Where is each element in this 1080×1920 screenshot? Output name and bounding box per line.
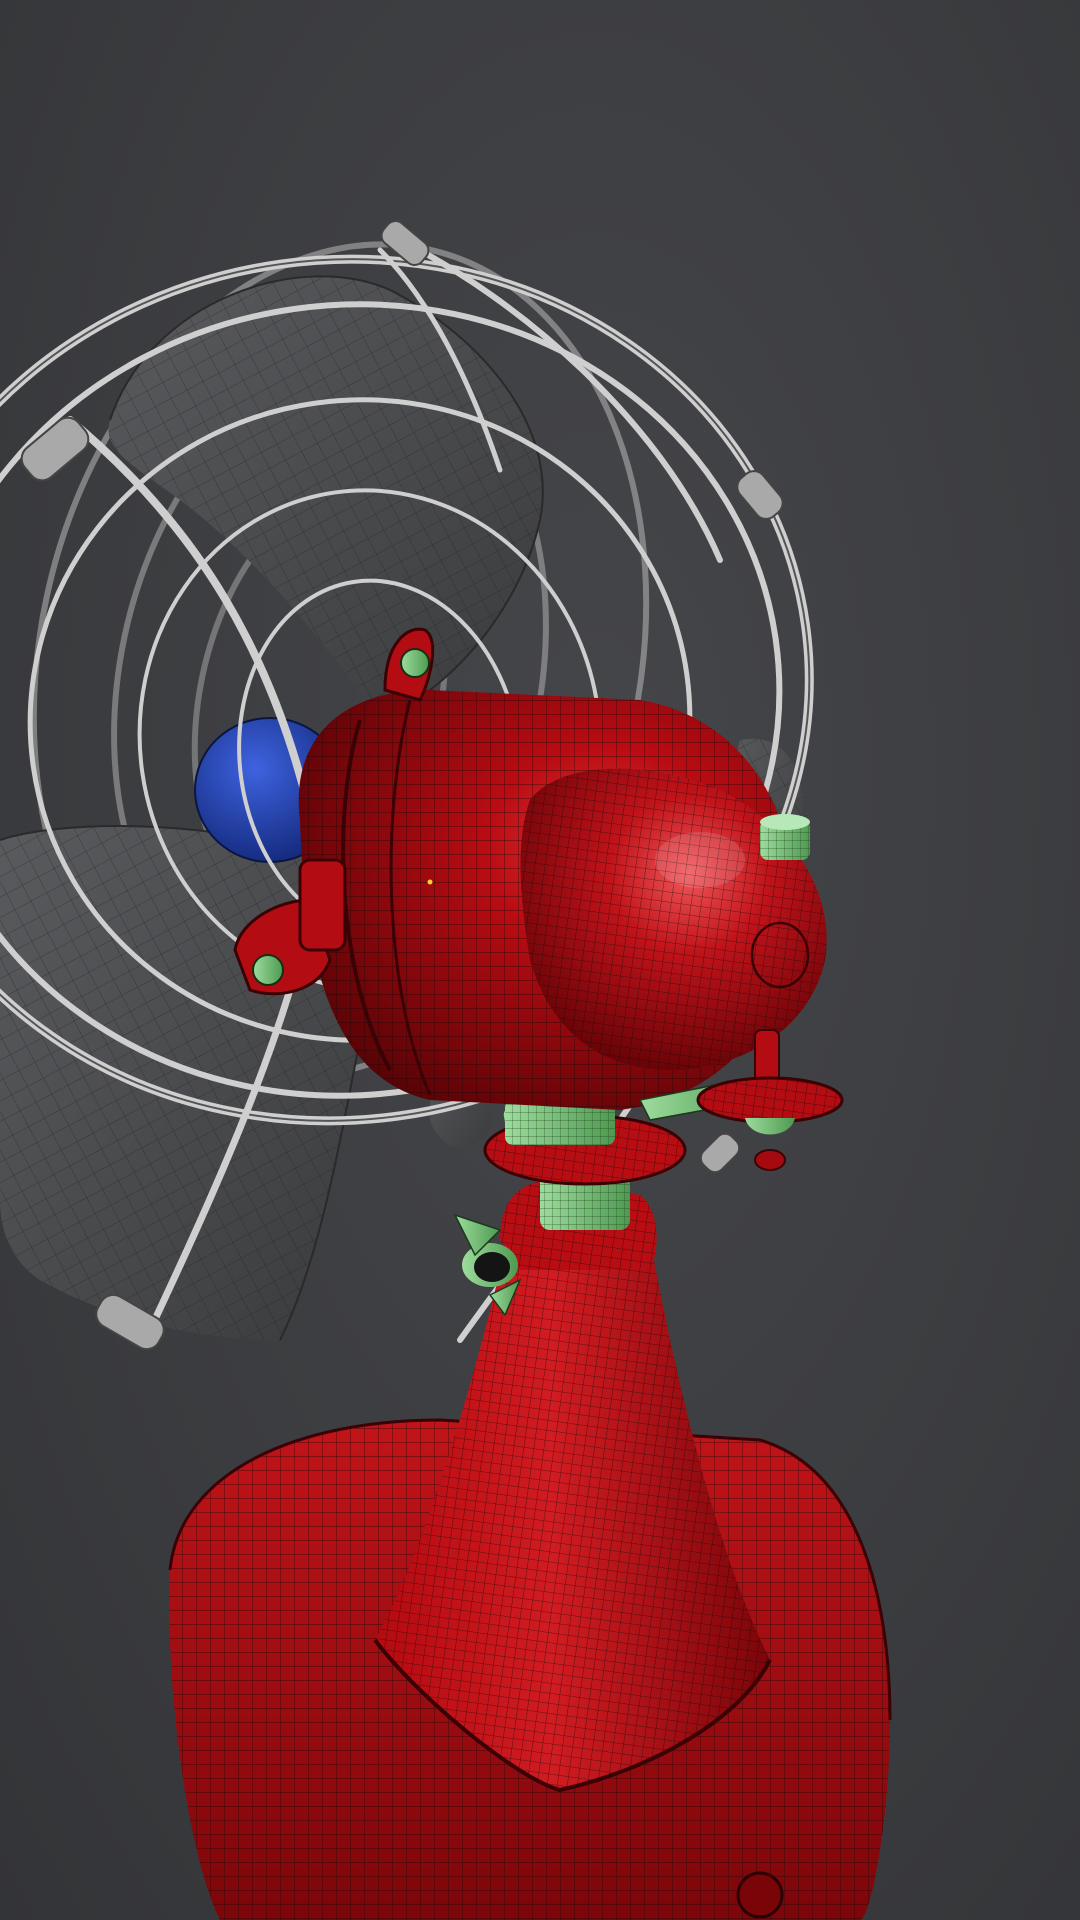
oscillation-knob [760,814,810,860]
render-viewport[interactable] [0,0,1080,1920]
specular-dot [427,879,433,885]
fan-scene [0,220,892,1920]
